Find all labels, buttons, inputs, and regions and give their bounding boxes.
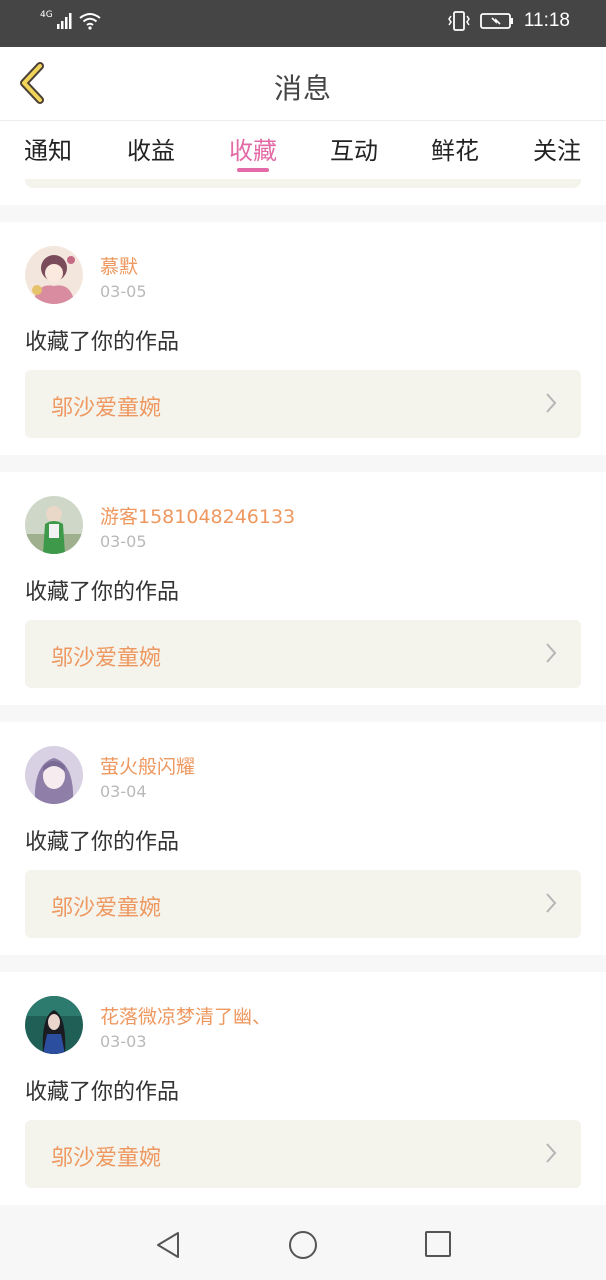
username[interactable]: 慕默: [100, 252, 138, 279]
work-title: 邬沙爱童婉: [51, 1146, 162, 1171]
message-text: 收藏了你的作品: [25, 1080, 180, 1105]
tab-bar: 通知 收益 收藏 互动 鲜花 关注: [0, 121, 606, 179]
work-title: 邬沙爱童婉: [51, 396, 162, 421]
tab-earnings[interactable]: 收益: [111, 131, 191, 166]
nav-back-button[interactable]: [154, 1230, 182, 1264]
chevron-right-icon: [546, 393, 557, 413]
vibrate-icon: [447, 11, 470, 31]
page-title: 消息: [273, 72, 332, 105]
home-circle-icon: [289, 1231, 317, 1259]
chevron-right-icon: [546, 1143, 557, 1163]
previous-work-link[interactable]: [25, 179, 581, 188]
message-text: 收藏了你的作品: [25, 330, 180, 355]
message-date: 03-05: [100, 282, 147, 301]
message-card: 萤火般闪耀 03-04 收藏了你的作品 邬沙爱童婉: [0, 722, 606, 955]
username[interactable]: 游客1581048246133: [100, 502, 295, 529]
message-card: 花落微凉梦清了幽、 03-03 收藏了你的作品 邬沙爱童婉: [0, 972, 606, 1205]
tab-notifications[interactable]: 通知: [8, 131, 88, 166]
work-link[interactable]: 邬沙爱童婉: [25, 620, 581, 688]
system-nav-bar: [0, 1206, 606, 1280]
status-bar: 4G 11:18: [0, 0, 606, 47]
avatar[interactable]: [25, 496, 83, 554]
work-title: 邬沙爱童婉: [51, 896, 162, 921]
back-triangle-icon: [157, 1232, 179, 1258]
active-tab-indicator: [237, 168, 269, 172]
work-link[interactable]: 邬沙爱童婉: [25, 1120, 581, 1188]
username[interactable]: 花落微凉梦清了幽、: [100, 1002, 271, 1029]
header: 消息: [0, 47, 606, 121]
chevron-right-icon: [546, 893, 557, 913]
signal-icon: [56, 13, 72, 29]
battery-icon: [479, 13, 513, 29]
nav-home-button[interactable]: [288, 1230, 318, 1264]
clock: 11:18: [523, 10, 570, 31]
work-title: 邬沙爱童婉: [51, 646, 162, 671]
message-card: 慕默 03-05 收藏了你的作品 邬沙爱童婉: [0, 222, 606, 455]
message-text: 收藏了你的作品: [25, 830, 180, 855]
avatar[interactable]: [25, 246, 83, 304]
tab-following[interactable]: 关注: [517, 131, 597, 166]
wifi-icon: [79, 13, 101, 30]
message-date: 03-04: [100, 782, 147, 801]
message-card: 游客1581048246133 03-05 收藏了你的作品 邬沙爱童婉: [0, 472, 606, 705]
work-link[interactable]: 邬沙爱童婉: [25, 870, 581, 938]
network-type: 4G: [40, 10, 53, 20]
message-text: 收藏了你的作品: [25, 580, 180, 605]
recents-square-icon: [425, 1231, 451, 1257]
message-date: 03-05: [100, 532, 147, 551]
message-date: 03-03: [100, 1032, 147, 1051]
avatar[interactable]: [25, 996, 83, 1054]
nav-recents-button[interactable]: [424, 1230, 452, 1262]
username[interactable]: 萤火般闪耀: [100, 752, 195, 779]
tab-favorites[interactable]: 收藏: [213, 131, 293, 166]
tab-flowers[interactable]: 鲜花: [415, 131, 495, 166]
avatar[interactable]: [25, 746, 83, 804]
chevron-right-icon: [546, 643, 557, 663]
tab-interactions[interactable]: 互动: [314, 131, 394, 166]
work-link[interactable]: 邬沙爱童婉: [25, 370, 581, 438]
